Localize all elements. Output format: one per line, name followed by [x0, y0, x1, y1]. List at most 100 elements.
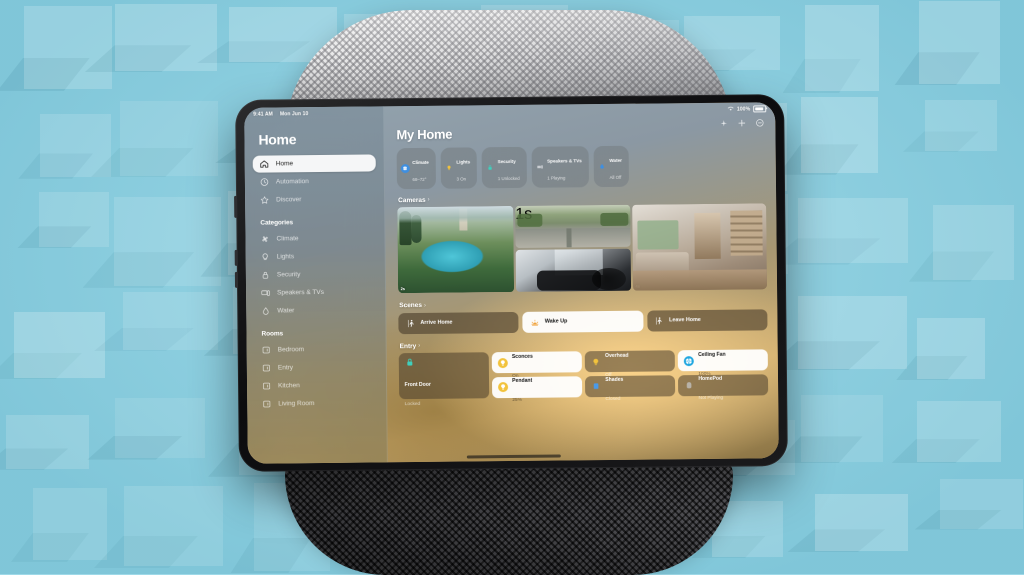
- chip-value: 1 Playing: [547, 175, 566, 182]
- sidebar-item-living-room[interactable]: Living Room: [255, 394, 378, 412]
- scene-leave-home[interactable]: Leave Home: [646, 309, 768, 332]
- tv-icon: [261, 289, 270, 298]
- bike-wheel: [591, 267, 627, 291]
- background-cube: [14, 311, 106, 378]
- scene-arrive-home[interactable]: Arrive Home: [398, 311, 519, 334]
- sparkle-icon[interactable]: [719, 119, 728, 128]
- sidebar-item-security[interactable]: Security: [254, 265, 377, 283]
- scene-label: Wake Up: [544, 318, 568, 325]
- accessory-label: Front Door: [404, 381, 431, 388]
- room-icon: [262, 382, 271, 391]
- background-cube: [801, 97, 878, 174]
- ipad-device: 9:41 AM Mon Jun 10 100% Home Home Automa…: [234, 94, 788, 472]
- accessory-tile-shades[interactable]: Shades Closed: [585, 375, 676, 402]
- accessory-tile-front-door[interactable]: Front Door Locked: [398, 352, 489, 407]
- volume-up-button[interactable]: [234, 249, 238, 266]
- accessory-tile-ceiling-fan[interactable]: Ceiling Fan 100%: [678, 349, 768, 377]
- battery-percent-label: 100%: [736, 105, 751, 113]
- sidebar-item-kitchen[interactable]: Kitchen: [255, 376, 378, 394]
- background-cube: [801, 394, 883, 462]
- walking-icon: [654, 316, 664, 326]
- background-cube: [933, 204, 1015, 281]
- chip-title: Climate: [412, 159, 429, 165]
- camera-tile-garage[interactable]: [515, 249, 632, 293]
- sidebar-item-label: Home: [275, 160, 294, 168]
- lamp-icon: [497, 382, 508, 393]
- entry-header-label: Entry: [399, 342, 417, 350]
- driveway-surface: [515, 227, 631, 249]
- sidebar-item-home[interactable]: Home: [252, 154, 376, 173]
- background-cube: [798, 197, 908, 264]
- accessory-state: Locked: [404, 401, 421, 408]
- sidebar-item-speakers-tvs[interactable]: Speakers & TVs: [254, 283, 377, 301]
- sidebar-item-entry[interactable]: Entry: [255, 358, 378, 376]
- cameras-section-header[interactable]: Cameras ›: [398, 193, 766, 204]
- accessory-tile-pendant[interactable]: Pendant 25%: [492, 376, 582, 403]
- fan-icon: [683, 355, 694, 367]
- camera-feeds: 2s 1s 4s: [397, 203, 768, 294]
- sidebar-item-label: Entry: [277, 364, 294, 372]
- chip-value: All Off: [609, 175, 622, 181]
- background-cube: [33, 488, 108, 561]
- sidebar-item-label: Water: [277, 307, 295, 315]
- homepod-icon: [684, 380, 694, 390]
- volume-down-button[interactable]: [234, 271, 239, 288]
- sidebar-item-climate[interactable]: Climate: [253, 229, 376, 247]
- sidebar-item-label: Lights: [276, 253, 295, 261]
- background-cube: [797, 295, 908, 370]
- droplet-icon: [261, 307, 270, 316]
- scenes-section-header[interactable]: Scenes ›: [399, 299, 767, 310]
- power-button[interactable]: [234, 195, 238, 218]
- sidebar-item-label: Discover: [276, 196, 302, 204]
- accessory-tile-sconces[interactable]: Sconces On: [491, 351, 582, 379]
- bulb-icon: [444, 164, 453, 173]
- accessory-state: 25%: [512, 398, 522, 404]
- scene-label: Arrive Home: [420, 319, 453, 327]
- sidebar-item-bedroom[interactable]: Bedroom: [255, 340, 378, 358]
- lock-icon: [261, 271, 270, 280]
- status-chip-water[interactable]: Water All Off: [593, 145, 630, 187]
- room-icon: [262, 400, 271, 409]
- sidebar-item-label: Automation: [275, 178, 309, 186]
- status-chip-lights[interactable]: Lights 3 On: [440, 147, 478, 189]
- sidebar-item-water[interactable]: Water: [254, 301, 377, 319]
- accessory-tile-homepod[interactable]: HomePod Not Playing: [678, 374, 769, 401]
- sidebar-item-lights[interactable]: Lights: [254, 247, 377, 265]
- wood-floor: [632, 269, 768, 292]
- sidebar-item-label: Kitchen: [278, 382, 300, 390]
- status-chip-speakers-tvs[interactable]: Speakers & TVs 1 Playing: [531, 146, 590, 188]
- fan-icon: [400, 163, 410, 174]
- status-chips: Climate 68–72° Lights 3 On Security 1 Un…: [396, 144, 766, 190]
- plus-icon[interactable]: [737, 119, 746, 128]
- clock-icon: [260, 178, 269, 187]
- scene-wake-up[interactable]: Wake Up: [522, 310, 644, 333]
- status-chip-climate[interactable]: Climate 68–72°: [396, 147, 437, 190]
- accessory-label: HomePod: [698, 375, 723, 383]
- accessory-label: Overhead: [604, 352, 629, 359]
- background-cube: [815, 493, 909, 552]
- lock-icon: [486, 163, 495, 172]
- camera-tile-pool[interactable]: 2s: [397, 206, 515, 294]
- sidebar-item-label: Bedroom: [277, 346, 305, 354]
- background-cube: [114, 398, 206, 459]
- chip-value: 1 Unlocked: [497, 176, 520, 182]
- camera-tile-driveway[interactable]: 1s: [515, 205, 631, 249]
- accessory-tile-overhead[interactable]: Overhead Off: [584, 350, 675, 378]
- wall-art: [637, 220, 679, 250]
- sidebar-item-automation[interactable]: Automation: [253, 172, 376, 190]
- cameras-header-label: Cameras: [398, 196, 426, 204]
- room-icon: [262, 346, 271, 355]
- scenes-header-label: Scenes: [399, 302, 423, 310]
- camera-tile-living-room[interactable]: 4s: [632, 203, 768, 292]
- sidebar-item-discover[interactable]: Discover: [253, 190, 376, 208]
- sidebar-item-label: Security: [276, 271, 301, 279]
- main-content: My Home Climate 68–72° Lights 3 On Secur…: [384, 102, 779, 462]
- status-chip-security[interactable]: Security 1 Unlocked: [481, 146, 527, 189]
- chip-value: 68–72°: [412, 177, 427, 183]
- background-cube: [939, 478, 1023, 529]
- more-circle-icon[interactable]: [755, 118, 764, 127]
- doorway: [693, 212, 722, 260]
- scene-label: Leave Home: [669, 317, 701, 324]
- accessory-state: Not Playing: [698, 396, 724, 402]
- sidebar-categories-header: Categories: [260, 219, 294, 227]
